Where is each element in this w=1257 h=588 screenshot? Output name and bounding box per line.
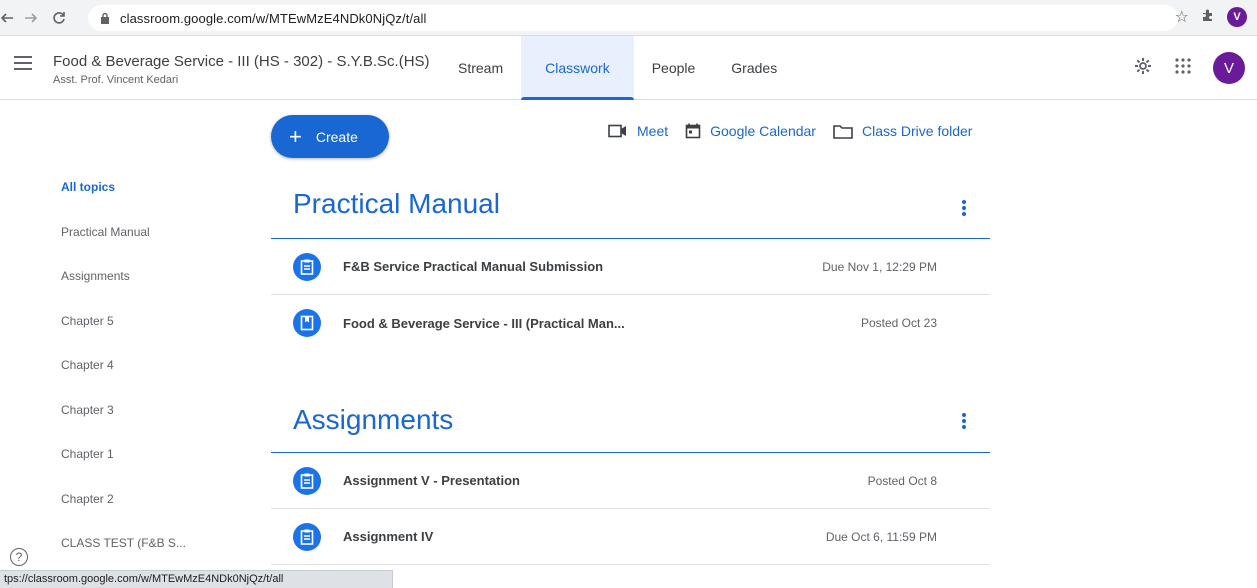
list-item[interactable]: F&B Service Practical Manual Submission …	[271, 239, 990, 295]
plus-icon: +	[289, 123, 302, 149]
video-camera-icon	[608, 124, 626, 138]
browser-toolbar: classroom.google.com/w/MTEwMzE4NDk0NjQz/…	[0, 0, 1257, 36]
topic-chapter-4[interactable]: Chapter 4	[61, 356, 186, 401]
address-bar[interactable]: classroom.google.com/w/MTEwMzE4NDk0NjQz/…	[88, 5, 1178, 31]
topic-all-topics[interactable]: All topics	[61, 178, 186, 223]
item-title: Food & Beverage Service - III (Practical…	[343, 315, 625, 331]
section-title-assignments[interactable]: Assignments	[293, 404, 453, 436]
class-links: Meet Google Calendar Class Drive folder	[608, 123, 989, 139]
calendar-link[interactable]: Google Calendar	[685, 123, 816, 139]
status-bar-url: tps://classroom.google.com/w/MTEwMzE4NDk…	[0, 570, 393, 588]
item-due-date: Due Nov 1, 12:29 PM	[822, 259, 937, 274]
classroom-header: Food & Beverage Service - III (HS - 302)…	[0, 36, 1257, 100]
meet-link[interactable]: Meet	[608, 123, 668, 139]
forward-icon[interactable]	[20, 7, 42, 29]
apps-grid-icon[interactable]	[1175, 57, 1191, 79]
item-title: Assignment IV	[343, 529, 434, 544]
more-options-icon[interactable]	[962, 200, 966, 218]
material-icon	[293, 309, 321, 337]
assignment-icon	[293, 466, 321, 495]
create-button[interactable]: + Create	[271, 115, 389, 158]
item-title: F&B Service Practical Manual Submission	[343, 259, 604, 274]
lock-icon	[100, 12, 112, 24]
assignment-icon	[293, 522, 321, 551]
help-icon[interactable]: ?	[10, 548, 28, 566]
reload-icon[interactable]	[48, 7, 70, 29]
list-item[interactable]: Assignment IV Due Oct 6, 11:59 PM	[271, 509, 990, 565]
star-icon[interactable]: ☆	[1175, 7, 1189, 27]
topic-practical-manual[interactable]: Practical Manual	[61, 223, 186, 268]
list-item[interactable]: Assignment V - Presentation Posted Oct 8	[271, 453, 990, 509]
settings-gear-icon[interactable]	[1133, 56, 1153, 81]
create-label: Create	[315, 128, 358, 145]
address-url: classroom.google.com/w/MTEwMzE4NDk0NjQz/…	[120, 10, 427, 26]
browser-profile-avatar[interactable]: V	[1227, 7, 1247, 27]
topic-assignments[interactable]: Assignments	[61, 267, 186, 312]
item-title: Assignment V - Presentation	[343, 473, 520, 488]
user-avatar[interactable]: V	[1213, 52, 1245, 84]
section-title-practical-manual[interactable]: Practical Manual	[293, 188, 500, 220]
tab-people[interactable]: People	[634, 36, 714, 100]
assignment-icon	[293, 252, 321, 281]
item-due-date: Due Oct 6, 11:59 PM	[825, 529, 937, 544]
extensions-icon[interactable]	[1201, 8, 1215, 27]
teacher-name: Asst. Prof. Vincent Kedari	[53, 74, 179, 86]
tab-grades[interactable]: Grades	[713, 36, 795, 100]
drive-folder-link[interactable]: Class Drive folder	[833, 123, 972, 139]
item-posted-date: Posted Oct 8	[867, 473, 937, 488]
calendar-label: Google Calendar	[710, 123, 816, 139]
topics-sidebar: All topics Practical Manual Assignments …	[61, 178, 186, 579]
more-options-icon[interactable]	[962, 413, 966, 431]
menu-icon[interactable]	[14, 56, 32, 70]
topic-chapter-3[interactable]: Chapter 3	[61, 401, 186, 446]
topic-chapter-2[interactable]: Chapter 2	[61, 490, 186, 535]
folder-icon	[833, 124, 853, 139]
topic-chapter-1[interactable]: Chapter 1	[61, 445, 186, 490]
back-icon[interactable]	[0, 7, 18, 29]
topic-chapter-5[interactable]: Chapter 5	[61, 312, 186, 357]
class-tabs: Stream Classwork People Grades	[440, 36, 795, 100]
list-item[interactable]: Food & Beverage Service - III (Practical…	[271, 295, 990, 351]
calendar-icon	[685, 123, 701, 139]
tab-classwork[interactable]: Classwork	[521, 36, 634, 100]
class-title[interactable]: Food & Beverage Service - III (HS - 302)…	[53, 53, 430, 70]
tab-stream[interactable]: Stream	[440, 36, 521, 100]
drive-label: Class Drive folder	[861, 123, 973, 139]
meet-label: Meet	[637, 123, 669, 139]
item-posted-date: Posted Oct 23	[860, 316, 937, 330]
